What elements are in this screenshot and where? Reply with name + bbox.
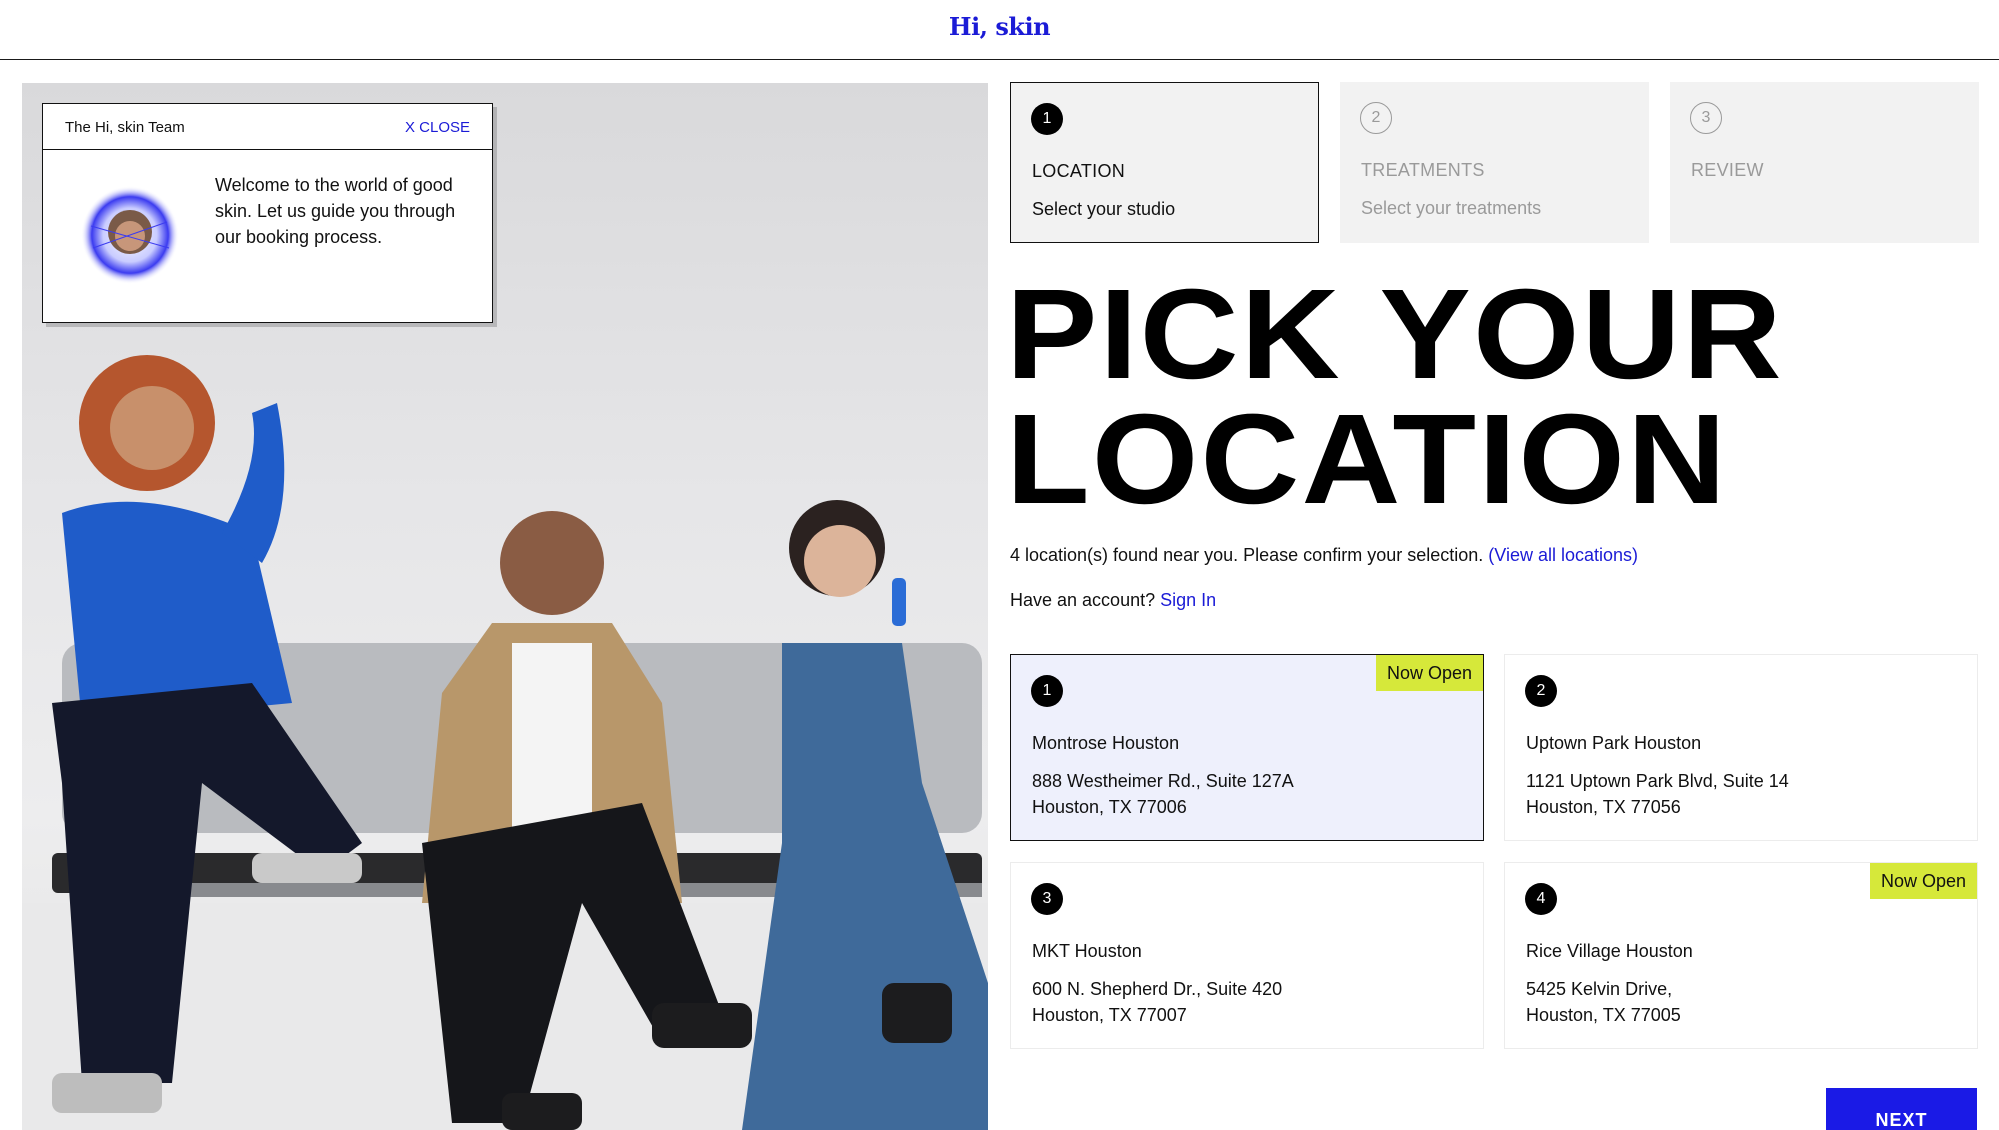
location-card-montrose[interactable]: Now Open 1 Montrose Houston 888 Westheim… <box>1010 654 1484 841</box>
location-number: 3 <box>1031 883 1063 915</box>
location-address-line-2: Houston, TX 77056 <box>1526 797 1681 817</box>
locations-found-text: 4 location(s) found near you. Please con… <box>1010 545 1638 566</box>
location-address-line-1: 600 N. Shepherd Dr., Suite 420 <box>1032 979 1283 999</box>
page-title-line-2: LOCATION <box>1006 388 1729 531</box>
popup-message: Welcome to the world of good skin. Let u… <box>215 175 456 247</box>
location-card-uptown-park[interactable]: 2 Uptown Park Houston 1121 Uptown Park B… <box>1504 654 1978 841</box>
avatar-icon <box>81 186 179 284</box>
now-open-badge: Now Open <box>1375 655 1483 691</box>
now-open-badge: Now Open <box>1869 863 1977 899</box>
location-address-line-2: Houston, TX 77005 <box>1526 1005 1681 1025</box>
popup-team-name: The Hi, skin Team <box>65 119 185 136</box>
step-title: LOCATION <box>1032 161 1126 181</box>
location-card-mkt[interactable]: 3 MKT Houston 600 N. Shepherd Dr., Suite… <box>1010 862 1484 1049</box>
account-question: Have an account? <box>1010 590 1156 610</box>
sign-in-link[interactable]: Sign In <box>1160 590 1216 610</box>
location-address-line-1: 888 Westheimer Rd., Suite 127A <box>1032 771 1294 791</box>
location-card-rice-village[interactable]: Now Open 4 Rice Village Houston 5425 Kel… <box>1504 862 1978 1049</box>
location-number: 1 <box>1031 675 1063 707</box>
popup-header: The Hi, skin Team X CLOSE <box>43 104 492 150</box>
next-button[interactable]: NEXT <box>1826 1088 1977 1130</box>
locations-found-message: 4 location(s) found near you. Please con… <box>1010 545 1484 565</box>
site-header: Hi, skin <box>0 0 1999 60</box>
location-name: MKT Houston <box>1032 941 1142 961</box>
location-name: Uptown Park Houston <box>1526 733 1702 753</box>
location-name: Rice Village Houston <box>1526 941 1693 961</box>
step-number: 2 <box>1360 102 1392 134</box>
location-address-line-2: Houston, TX 77006 <box>1032 797 1187 817</box>
location-number: 2 <box>1525 675 1557 707</box>
location-address-line-1: 1121 Uptown Park Blvd, Suite 14 <box>1526 771 1789 791</box>
step-subtitle: Select your studio <box>1032 199 1176 219</box>
account-prompt: Have an account? Sign In <box>1010 590 1216 611</box>
step-location[interactable]: 1 LOCATION Select your studio <box>1010 82 1319 243</box>
step-title: REVIEW <box>1691 160 1764 180</box>
welcome-popup: The Hi, skin Team X CLOSE Welcome to the… <box>42 103 493 323</box>
page-title-line-1: PICK YOUR <box>1006 263 1784 406</box>
popup-close-button[interactable]: X CLOSE <box>405 119 470 136</box>
location-address-line-1: 5425 Kelvin Drive, <box>1526 979 1673 999</box>
team-avatar <box>81 186 179 284</box>
step-title: TREATMENTS <box>1361 160 1485 180</box>
page-title: PICK YOUR LOCATION <box>1006 263 1999 531</box>
view-all-locations-link[interactable]: (View all locations) <box>1488 545 1638 565</box>
step-subtitle: Select your treatments <box>1361 198 1542 218</box>
brand-logo[interactable]: Hi, skin <box>0 12 1999 41</box>
step-review[interactable]: 3 REVIEW <box>1670 82 1979 243</box>
location-number: 4 <box>1525 883 1557 915</box>
step-number: 3 <box>1690 102 1722 134</box>
location-address-line-2: Houston, TX 77007 <box>1032 1005 1187 1025</box>
location-name: Montrose Houston <box>1032 733 1180 753</box>
step-treatments[interactable]: 2 TREATMENTS Select your treatments <box>1340 82 1649 243</box>
step-number: 1 <box>1031 103 1063 135</box>
